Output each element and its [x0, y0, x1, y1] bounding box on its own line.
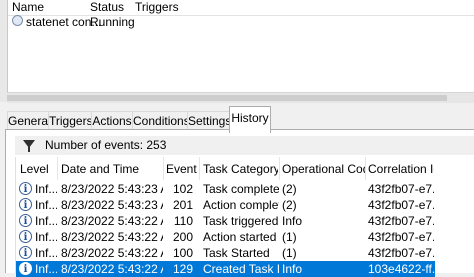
column-header-event[interactable]: Event...: [166, 162, 197, 176]
row-event-id: 129: [172, 262, 193, 276]
history-row[interactable]: i Inf... 8/23/2022 5:43:22 AM 200 Action…: [16, 229, 435, 245]
row-level: Inf...: [35, 198, 57, 212]
horizontal-scrollbar[interactable]: [7, 92, 474, 103]
tab-triggers[interactable]: Triggers: [48, 111, 93, 131]
row-level: Inf...: [35, 182, 57, 196]
task-row[interactable]: statenet con... Running: [7, 14, 474, 30]
tab-general[interactable]: General: [7, 111, 51, 131]
row-level: Inf...: [35, 230, 57, 244]
row-task-category: Task triggered ...: [203, 214, 279, 228]
row-operational-code: (2): [282, 182, 297, 196]
row-task-category: Task completed: [203, 182, 279, 196]
row-task-category: Action complet...: [203, 198, 279, 212]
tab-conditions[interactable]: Conditions: [132, 111, 190, 131]
scrollbar-thumb[interactable]: [7, 95, 447, 101]
history-grid: Level Date and Time Event... Task Catego…: [15, 157, 435, 277]
row-operational-code: Info: [282, 214, 303, 228]
column-divider[interactable]: [199, 157, 200, 180]
column-divider[interactable]: [279, 157, 280, 180]
row-level: Inf...: [35, 214, 57, 228]
row-operational-code: (2): [282, 198, 297, 212]
history-row[interactable]: i Inf... 8/23/2022 5:43:23 AM 102 Task c…: [16, 181, 435, 197]
row-datetime: 8/23/2022 5:43:22 AM: [61, 262, 163, 276]
column-divider[interactable]: [365, 157, 366, 180]
history-row[interactable]: i Inf... 8/23/2022 5:43:22 AM 100 Task S…: [16, 245, 435, 261]
tab-strip: General Triggers Actions Conditions Sett…: [0, 103, 474, 133]
tab-settings[interactable]: Settings: [187, 111, 231, 131]
column-header-operational-code[interactable]: Operational Code: [282, 162, 366, 176]
row-operational-code: (1): [282, 230, 297, 244]
row-correlation-id: 43f2fb07-e7...: [368, 198, 434, 212]
column-divider[interactable]: [57, 157, 58, 180]
row-event-id: 110: [173, 214, 193, 228]
history-row[interactable]: i Inf... 8/23/2022 5:43:23 AM 201 Action…: [16, 197, 435, 213]
row-task-category: Action started: [203, 230, 277, 244]
row-event-id: 100: [172, 246, 193, 260]
row-task-category: Created Task Pr...: [203, 262, 279, 276]
row-level: Inf...: [35, 262, 57, 276]
info-icon: i: [19, 214, 32, 227]
column-header-task-category[interactable]: Task Category: [203, 162, 278, 176]
filter-icon[interactable]: [23, 140, 35, 152]
history-row[interactable]: i Inf... 8/23/2022 5:43:22 AM 110 Task t…: [16, 213, 435, 229]
info-icon: i: [19, 262, 32, 275]
task-status: Running: [90, 15, 135, 29]
row-datetime: 8/23/2022 5:43:23 AM: [61, 182, 163, 196]
tab-history[interactable]: History: [229, 106, 271, 133]
column-header-triggers[interactable]: Triggers: [135, 0, 179, 14]
left-splitter[interactable]: [0, 0, 8, 102]
task-list-pane: Name Status Triggers statenet con... Run…: [0, 0, 474, 92]
history-grid-header: Level Date and Time Event... Task Catego…: [16, 157, 435, 180]
column-header-correlation-id[interactable]: Correlation Id: [368, 162, 434, 176]
tab-actions[interactable]: Actions: [91, 111, 133, 131]
column-divider[interactable]: [163, 157, 164, 180]
row-correlation-id: 103e4622-ff...: [368, 262, 434, 276]
info-icon: i: [19, 246, 32, 259]
info-icon: i: [19, 198, 32, 211]
info-icon: i: [19, 182, 32, 195]
row-correlation-id: 43f2fb07-e7...: [368, 246, 434, 260]
row-correlation-id: 43f2fb07-e7...: [368, 182, 434, 196]
row-operational-code: (1): [282, 246, 297, 260]
row-datetime: 8/23/2022 5:43:23 AM: [61, 198, 163, 212]
event-count: Number of events: 253: [45, 138, 167, 152]
row-correlation-id: 43f2fb07-e7...: [368, 230, 434, 244]
history-row-selected[interactable]: i Inf... 8/23/2022 5:43:22 AM 129 Create…: [16, 261, 435, 277]
task-clock-icon: [12, 15, 23, 26]
column-header-level[interactable]: Level: [20, 162, 54, 176]
row-event-id: 200: [172, 230, 193, 244]
row-datetime: 8/23/2022 5:43:22 AM: [61, 230, 163, 244]
column-header-name[interactable]: Name: [12, 0, 44, 14]
filter-bar: Number of events: 253: [15, 136, 474, 155]
row-correlation-id: 43f2fb07-e7...: [368, 214, 434, 228]
row-level: Inf...: [35, 246, 57, 260]
column-header-date-time[interactable]: Date and Time: [61, 162, 161, 176]
row-operational-code: Info: [282, 262, 303, 276]
info-icon: i: [19, 230, 32, 243]
row-task-category: Task Started: [203, 246, 270, 260]
column-header-status[interactable]: Status: [90, 0, 124, 14]
history-panel: Number of events: 253 Level Date and Tim…: [5, 129, 474, 277]
row-event-id: 201: [172, 198, 193, 212]
row-datetime: 8/23/2022 5:43:22 AM: [61, 214, 163, 228]
row-event-id: 102: [172, 182, 193, 196]
row-datetime: 8/23/2022 5:43:22 AM: [61, 246, 163, 260]
